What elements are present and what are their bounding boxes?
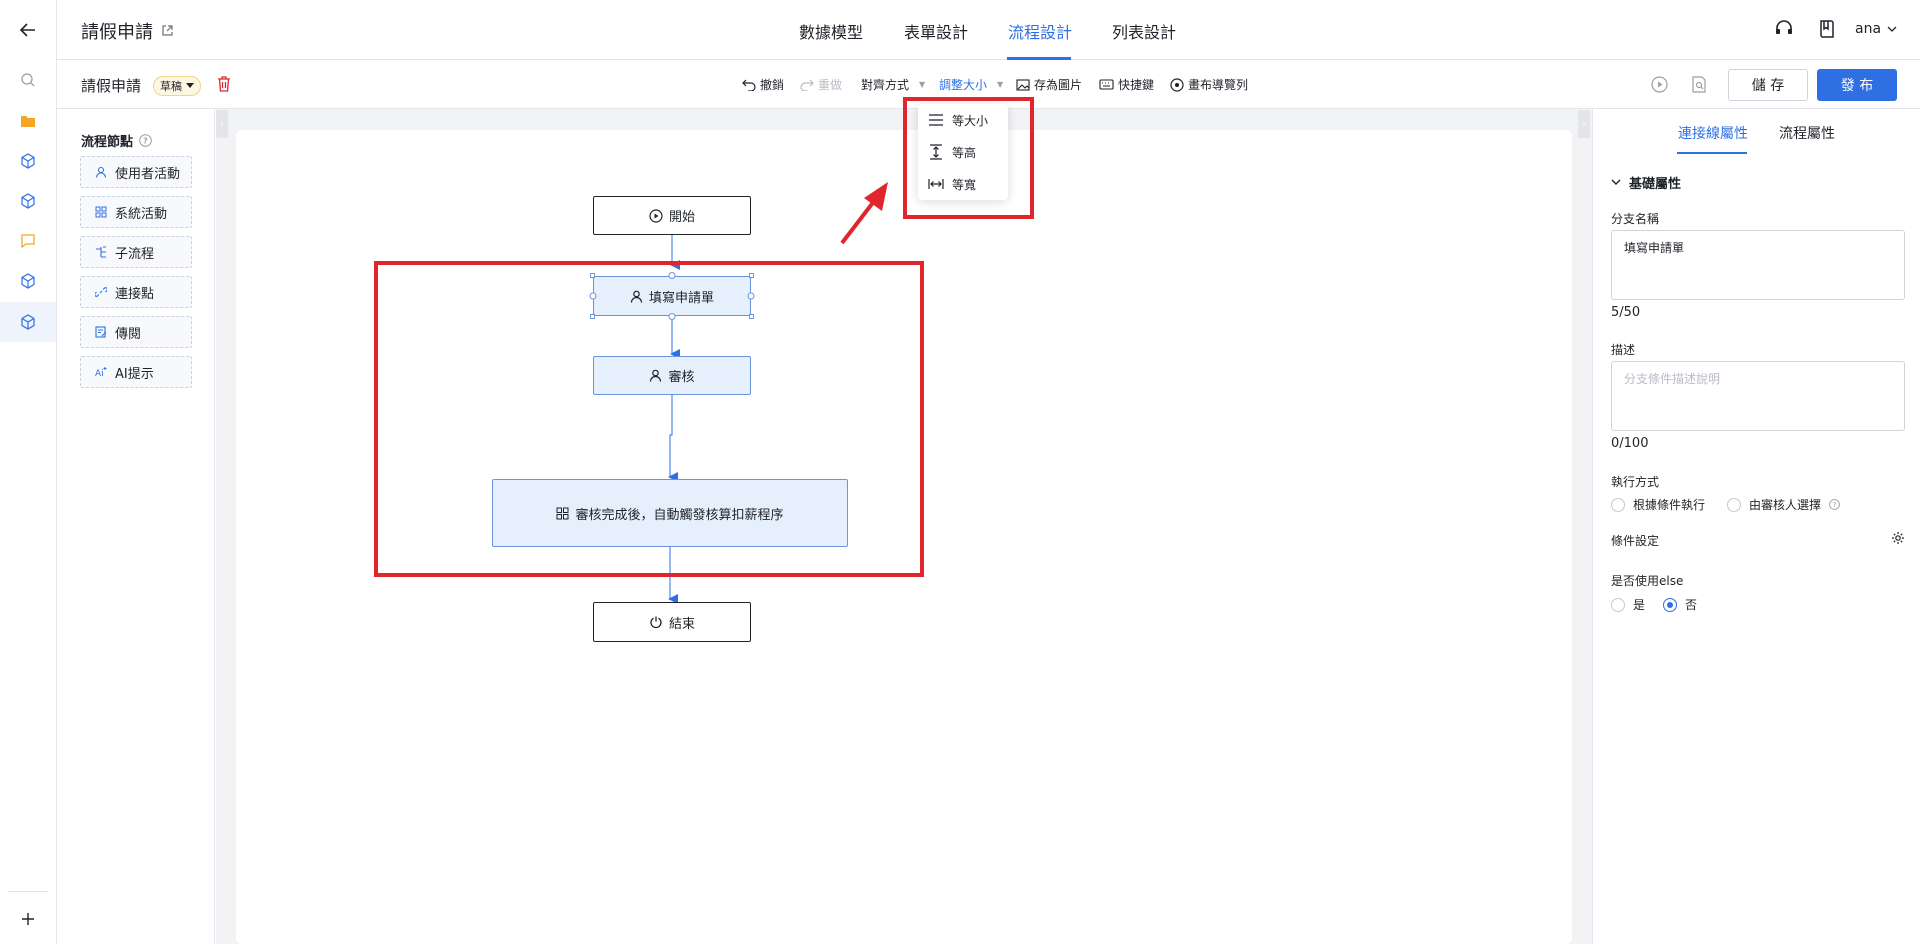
- flow-node-start[interactable]: 開始: [593, 196, 751, 235]
- settings-gear-icon[interactable]: [1891, 531, 1905, 549]
- branch-name-value: 填寫申請單: [1624, 241, 1685, 255]
- flow-node-label: 結束: [668, 616, 695, 632]
- radio-exec-by-condition[interactable]: 根據條件執行: [1611, 496, 1705, 513]
- play-circle-icon: [649, 208, 663, 223]
- power-icon: [650, 616, 662, 629]
- branch-name-input[interactable]: 填寫申請單: [1611, 230, 1905, 300]
- svg-text:?: ?: [1833, 501, 1837, 509]
- description-label: 描述: [1611, 343, 1636, 357]
- flow-node-label: 開始: [668, 210, 695, 225]
- description-placeholder: 分支條件描述說明: [1624, 372, 1721, 386]
- radio-else-no[interactable]: 否: [1663, 596, 1697, 613]
- radio-exec-by-reviewer[interactable]: 由審核人選擇 ?: [1727, 496, 1840, 513]
- section-basic-properties[interactable]: 基礎屬性: [1611, 173, 1681, 192]
- tab-flow-properties[interactable]: 流程屬性: [1779, 123, 1835, 143]
- radio-button-selected[interactable]: [1663, 597, 1677, 612]
- radio-label: 根據條件執行: [1633, 498, 1706, 512]
- radio-label: 否: [1685, 598, 1698, 612]
- tab-connector-properties[interactable]: 連接線屬性: [1678, 123, 1748, 143]
- description-input[interactable]: 分支條件描述說明: [1611, 361, 1905, 431]
- radio-label: 是: [1633, 598, 1646, 612]
- active-tab-indicator: [1677, 152, 1747, 154]
- radio-button[interactable]: [1727, 497, 1741, 512]
- condition-settings-label: 條件設定: [1611, 534, 1660, 548]
- annotation-highlight-menu: [903, 97, 1034, 219]
- section-title: 基礎屬性: [1629, 177, 1682, 192]
- branch-name-label: 分支名稱: [1611, 212, 1660, 226]
- radio-label: 由審核人選擇: [1749, 498, 1822, 512]
- properties-panel: 連接線屬性 流程屬性 基礎屬性 分支名稱 填寫申請單 5/50 描述 分支條件描…: [1592, 109, 1920, 944]
- annotation-arrow-icon: [840, 182, 888, 245]
- radio-else-yes[interactable]: 是: [1611, 596, 1645, 613]
- radio-button[interactable]: [1611, 497, 1625, 512]
- annotation-highlight-nodes: [374, 261, 924, 577]
- chevron-down-icon: [1611, 179, 1621, 185]
- exec-mode-label: 執行方式: [1611, 475, 1660, 489]
- branch-name-counter: 5/50: [1611, 305, 1641, 320]
- use-else-label: 是否使用else: [1611, 574, 1684, 588]
- help-icon[interactable]: ?: [1829, 499, 1840, 510]
- flow-node-end[interactable]: 結束: [593, 602, 751, 642]
- radio-button[interactable]: [1611, 597, 1625, 612]
- description-counter: 0/100: [1611, 436, 1649, 451]
